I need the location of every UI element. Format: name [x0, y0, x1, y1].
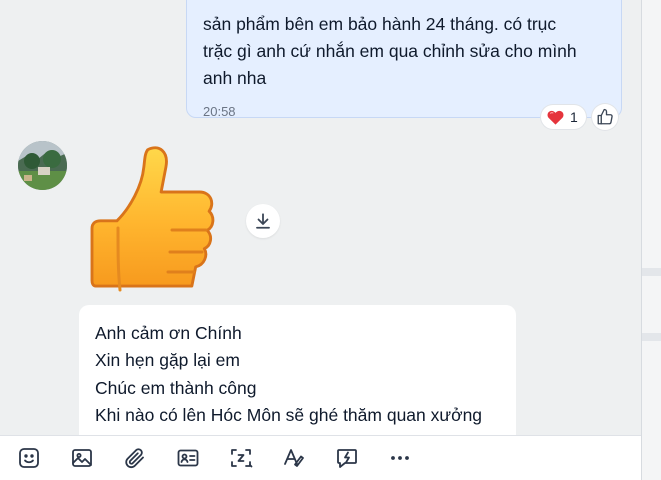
scrollbar[interactable]: [641, 0, 661, 480]
incoming-message-bubble[interactable]: Anh cảm ơn Chính Xin hẹn gặp lại em Chúc…: [79, 305, 516, 435]
contact-card-icon: [177, 449, 199, 467]
more-button[interactable]: [387, 445, 413, 471]
outgoing-message-bubble[interactable]: sản phẩm bên em bảo hành 24 tháng. có tr…: [186, 0, 622, 119]
screenshot-icon: [231, 449, 253, 468]
avatar[interactable]: [18, 141, 67, 190]
incoming-message-line: Anh cảm ơn Chính: [95, 323, 242, 343]
incoming-message-line: Chúc em thành công: [95, 377, 257, 398]
chat-area: sản phẩm bên em bảo hành 24 tháng. có tr…: [0, 0, 641, 435]
contact-card-button[interactable]: [175, 445, 201, 471]
screenshot-button[interactable]: [228, 445, 254, 471]
image-button[interactable]: [69, 445, 95, 471]
thumbs-up-sticker[interactable]: [88, 144, 220, 294]
incoming-message-line: Khi nào có lên Hóc Môn sẽ ghé thăm quan …: [95, 404, 483, 425]
attachment-button[interactable]: [122, 445, 148, 471]
reactions-bar: 1: [541, 104, 618, 130]
react-like-button[interactable]: [591, 104, 618, 130]
outgoing-message-text: sản phẩm bên em bảo hành 24 tháng. có tr…: [203, 14, 577, 88]
thumbs-up-outline-icon: [597, 108, 613, 125]
quick-message-icon: [337, 449, 357, 468]
sticker-icon: [19, 448, 39, 468]
reaction-summary[interactable]: 1: [541, 105, 586, 129]
quick-message-button[interactable]: [334, 445, 360, 471]
incoming-message-line: Xin hẹn gặp lại em: [95, 350, 240, 371]
heart-icon: [547, 110, 564, 125]
text-format-button[interactable]: [281, 445, 307, 471]
download-icon: [256, 213, 270, 229]
sticker-button[interactable]: [16, 445, 42, 471]
image-icon: [72, 449, 92, 467]
more-icon: [391, 456, 409, 460]
attachment-icon: [125, 448, 144, 469]
text-format-icon: [284, 449, 304, 467]
reaction-count: 1: [570, 109, 578, 125]
chat-toolbar: [0, 435, 641, 480]
download-button[interactable]: [246, 204, 280, 238]
